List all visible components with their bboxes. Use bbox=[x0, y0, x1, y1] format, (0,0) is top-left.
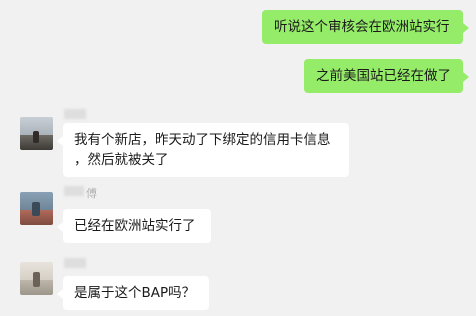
message-text-line: 我有个新店，昨天动了下绑定的信用卡信息 bbox=[74, 132, 331, 148]
incoming-message-bubble[interactable]: 我有个新店，昨天动了下绑定的信用卡信息 ，然后就被关了 bbox=[57, 123, 349, 177]
message-text: 之前美国站已经在做了 bbox=[316, 68, 451, 84]
incoming-message-bubble[interactable]: 是属于这个BAP吗？ bbox=[57, 276, 209, 310]
sender-nickname bbox=[64, 109, 86, 119]
user-avatar-2[interactable] bbox=[20, 192, 53, 225]
user-avatar-3[interactable] bbox=[20, 262, 53, 295]
sender-nickname bbox=[64, 186, 84, 196]
message-text-line: ，然后就被关了 bbox=[74, 152, 169, 168]
outgoing-message-bubble[interactable]: 听说这个审核会在欧洲站实行 bbox=[262, 10, 469, 44]
incoming-message-bubble[interactable]: 已经在欧洲站实行了 bbox=[57, 209, 211, 243]
message-text: 听说这个审核会在欧洲站实行 bbox=[274, 19, 450, 35]
outgoing-message-bubble[interactable]: 之前美国站已经在做了 bbox=[304, 59, 469, 93]
sender-nickname-visible: 傅 bbox=[86, 187, 97, 200]
sender-nickname bbox=[64, 258, 86, 268]
message-text: 已经在欧洲站实行了 bbox=[74, 218, 196, 234]
user-avatar-1[interactable] bbox=[20, 117, 53, 150]
message-text: 是属于这个BAP吗？ bbox=[74, 285, 196, 301]
